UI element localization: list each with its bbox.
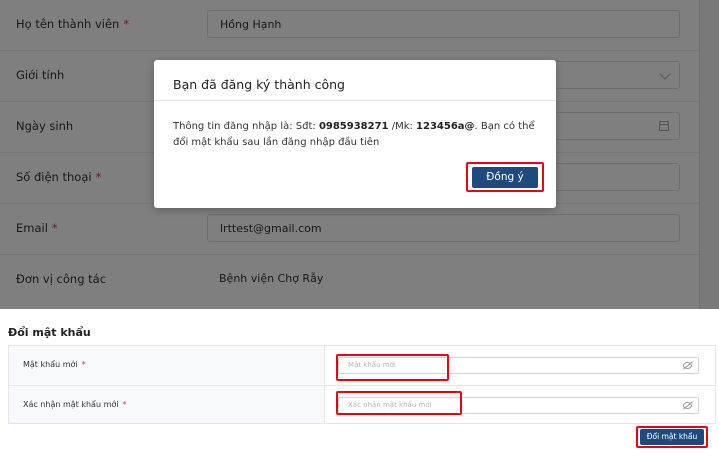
modal-header: Bạn đã đăng ký thành công bbox=[154, 60, 556, 101]
eye-slash-icon[interactable] bbox=[683, 402, 692, 409]
modal-title: Bạn đã đăng ký thành công bbox=[173, 77, 345, 92]
success-modal: Bạn đã đăng ký thành công Thông tin đăng… bbox=[154, 60, 556, 208]
eye-slash-icon[interactable] bbox=[683, 362, 692, 369]
modal-message: Thông tin đăng nhập là: Sđt: 0985938271 … bbox=[173, 121, 535, 148]
confirm-password-label: Xác nhận mật khẩu mới * bbox=[23, 400, 127, 409]
change-password-button[interactable]: Đổi mật khẩu bbox=[640, 429, 704, 445]
login-password: 123456a@ bbox=[416, 121, 475, 132]
login-phone: 0985938271 bbox=[318, 121, 389, 132]
new-password-label: Mật khẩu mới * bbox=[23, 360, 86, 369]
new-password-highlight-box bbox=[336, 354, 449, 381]
change-password-title: Đổi mật khẩu bbox=[8, 326, 91, 339]
ok-button[interactable]: Đồng ý bbox=[472, 167, 538, 188]
confirm-password-highlight-box bbox=[336, 391, 462, 415]
page: Họ tên thành viên* Hồng Hạnh Giới tính N… bbox=[0, 0, 719, 461]
